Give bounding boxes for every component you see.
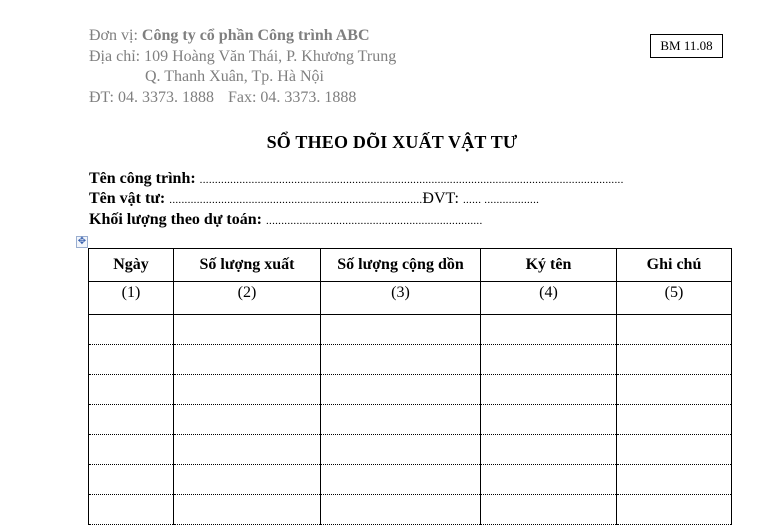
col-header-signature: Ký tên	[480, 248, 617, 282]
project-value[interactable]: ........................................…	[200, 174, 624, 186]
project-label: Tên công trình:	[89, 170, 196, 187]
table-cell[interactable]	[480, 434, 617, 465]
table-row	[88, 374, 732, 405]
table-cell[interactable]	[320, 464, 481, 495]
col-number: (5)	[616, 281, 732, 315]
material-field: Tên vật tư: ............................…	[89, 189, 539, 210]
address-line-1: Địa chỉ: 109 Hoàng Văn Thái, P. Khương T…	[89, 48, 397, 65]
document-title: SỔ THEO DÕI XUẤT VẬT TƯ	[266, 132, 518, 152]
col-number: (2)	[173, 281, 321, 315]
table-cell[interactable]	[173, 344, 321, 375]
estimate-label: Khối lượng theo dự toán:	[89, 211, 262, 228]
table-move-handle-icon[interactable]: ✥	[76, 236, 88, 248]
contact-line: ĐT: 04. 3373. 1888 Fax: 04. 3373. 1888	[89, 88, 356, 108]
unit-label: Đơn vị:	[89, 27, 142, 44]
table-cell[interactable]	[616, 344, 732, 375]
table-row	[88, 464, 732, 495]
table-cell[interactable]	[173, 464, 321, 495]
table-row	[88, 494, 732, 525]
table-row	[88, 314, 732, 345]
table-cell[interactable]	[616, 434, 732, 465]
table-cell[interactable]	[88, 494, 174, 525]
col-header-notes: Ghi chú	[616, 248, 732, 282]
unit-value[interactable]: ...... ..................	[463, 194, 539, 206]
table-cell[interactable]	[320, 374, 481, 405]
table-header-row: Ngày Số lượng xuất Số lượng cộng dồn Ký …	[88, 248, 732, 282]
table-cell[interactable]	[480, 494, 617, 525]
project-field: Tên công trình: ........................…	[89, 169, 624, 190]
table-cell[interactable]	[480, 464, 617, 495]
table-row	[88, 344, 732, 375]
table-cell[interactable]	[320, 404, 481, 435]
table-cell[interactable]	[88, 314, 174, 345]
table-cell[interactable]	[480, 314, 617, 345]
company-name: Công ty cổ phần Công trình ABC	[141, 27, 370, 44]
col-header-qty-cumulative: Số lượng cộng dồn	[320, 248, 481, 282]
table-cell[interactable]	[616, 314, 732, 345]
table-cell[interactable]	[88, 404, 174, 435]
col-header-date: Ngày	[88, 248, 174, 282]
table-cell[interactable]	[173, 434, 321, 465]
table-cell[interactable]	[88, 344, 174, 375]
phone: ĐT: 04. 3373. 1888	[89, 89, 214, 106]
table-cell[interactable]	[480, 344, 617, 375]
table-cell[interactable]	[480, 374, 617, 405]
fax: Fax: 04. 3373. 1888	[227, 89, 357, 106]
address-line-2: Q. Thanh Xuân, Tp. Hà Nội	[145, 68, 324, 85]
table-cell[interactable]	[173, 404, 321, 435]
form-code-box: BM 11.08	[650, 34, 723, 58]
col-number: (3)	[320, 281, 481, 315]
table-cell[interactable]	[88, 374, 174, 405]
col-header-qty-issued: Số lượng xuất	[173, 248, 321, 282]
table-cell[interactable]	[616, 494, 732, 525]
table-cell[interactable]	[320, 314, 481, 345]
table-cell[interactable]	[88, 434, 174, 465]
table-cell[interactable]	[616, 404, 732, 435]
col-number: (1)	[88, 281, 174, 315]
column-number-row: (1) (2) (3) (4) (5)	[88, 281, 732, 315]
col-number: (4)	[480, 281, 617, 315]
company-line: Đơn vị: Công ty cổ phần Công trình ABC	[89, 26, 370, 46]
material-issue-table: Ngày Số lượng xuất Số lượng cộng dồn Ký …	[88, 248, 732, 525]
table-cell[interactable]	[320, 494, 481, 525]
unit-label: ĐVT:	[422, 190, 459, 207]
table-cell[interactable]	[88, 464, 174, 495]
table-cell[interactable]	[616, 464, 732, 495]
table-cell[interactable]	[320, 344, 481, 375]
table-cell[interactable]	[173, 494, 321, 525]
material-value[interactable]: ........................................…	[169, 194, 422, 206]
table-cell[interactable]	[616, 374, 732, 405]
table-cell[interactable]	[173, 314, 321, 345]
table-cell[interactable]	[320, 434, 481, 465]
table-row	[88, 434, 732, 465]
table-row	[88, 404, 732, 435]
estimate-field: Khối lượng theo dự toán: ...............…	[89, 210, 483, 231]
material-label: Tên vật tư:	[89, 190, 166, 207]
estimate-value[interactable]: ........................................…	[266, 215, 483, 227]
table-cell[interactable]	[480, 404, 617, 435]
table-cell[interactable]	[173, 374, 321, 405]
